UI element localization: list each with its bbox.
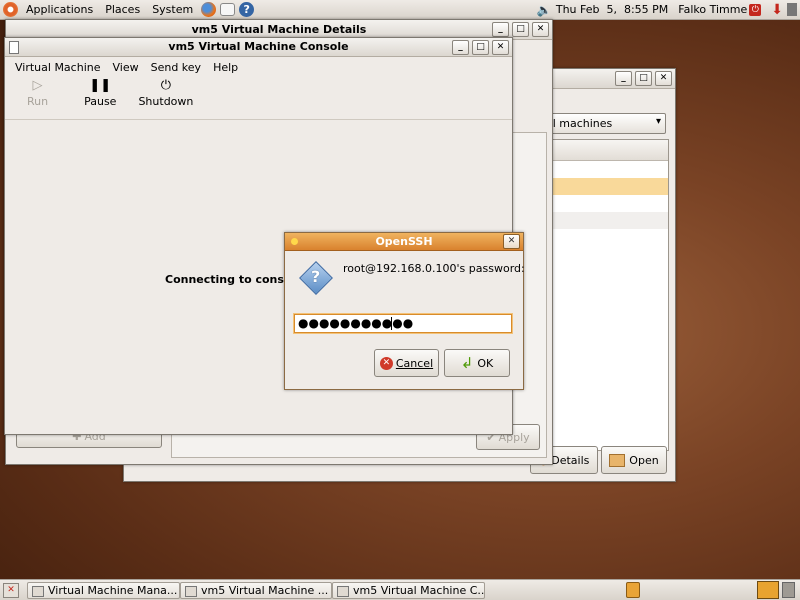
taskbar-item-console[interactable]: vm5 Virtual Machine C...: [332, 582, 485, 599]
openssh-dialog: OpenSSH ✕ ? root@192.168.0.100's passwor…: [284, 232, 525, 390]
lock-icon[interactable]: [626, 582, 640, 598]
system-menu[interactable]: System: [146, 3, 199, 16]
ok-button[interactable]: ↲ OK: [444, 349, 510, 377]
password-field[interactable]: ●●●●●●●●●●●: [294, 314, 512, 333]
bottom-taskbar: ✕ Virtual Machine Mana... vm5 Virtual Ma…: [0, 579, 800, 600]
firefox-icon[interactable]: [201, 2, 217, 17]
console-toolbar: ▷ Run ❚❚ Pause ⏻ Shutdown: [5, 77, 512, 120]
minimize-button[interactable]: _: [492, 22, 509, 37]
taskbar-item-details[interactable]: vm5 Virtual Machine ...: [180, 582, 332, 599]
maximize-button[interactable]: □: [512, 22, 529, 37]
list-row-selected[interactable]: [545, 178, 668, 195]
cancel-button[interactable]: ✕ Cancel: [374, 349, 439, 377]
minimize-button[interactable]: _: [615, 71, 632, 86]
view-combo[interactable]: ual machines ▾: [534, 113, 666, 134]
dialog-title: OpenSSH: [375, 235, 433, 248]
password-prompt: root@192.168.0.100's password:: [343, 262, 525, 275]
folder-icon: [609, 453, 626, 467]
panel-right-area: 🔈 Thu Feb 5, 8:55 PM Falko Timme ⏻ ⬇: [537, 0, 800, 19]
app-icon: [185, 586, 197, 597]
pause-icon: ❚❚: [89, 78, 112, 93]
console-status-text: Connecting to conso: [165, 273, 292, 286]
menu-view[interactable]: View: [107, 61, 145, 74]
run-button[interactable]: ▷ Run: [27, 77, 48, 108]
question-mark: ?: [311, 267, 321, 286]
play-icon: ▷: [32, 78, 43, 93]
trash-icon[interactable]: [782, 582, 795, 598]
open-button[interactable]: Open: [601, 446, 667, 474]
chevron-down-icon: ▾: [655, 116, 661, 127]
dialog-menu-icon[interactable]: [291, 238, 298, 245]
list-header[interactable]: [545, 140, 668, 161]
maximize-button[interactable]: □: [635, 71, 652, 86]
pause-button[interactable]: ❚❚ Pause: [84, 77, 116, 108]
close-button[interactable]: ✕: [492, 40, 509, 55]
help-icon[interactable]: ?: [239, 2, 255, 17]
places-menu[interactable]: Places: [99, 3, 146, 16]
details-window-title: vm5 Virtual Machine Details: [191, 23, 367, 36]
maximize-button[interactable]: □: [472, 40, 489, 55]
ubuntu-logo-icon[interactable]: [3, 2, 18, 17]
cancel-icon: ✕: [379, 356, 393, 370]
update-arrow-icon[interactable]: ⬇: [771, 2, 783, 18]
enter-arrow-icon: ↲: [460, 354, 474, 372]
mail-icon[interactable]: [220, 3, 236, 16]
dialog-titlebar: OpenSSH ✕: [285, 233, 523, 251]
logout-icon[interactable]: ⏻: [749, 3, 762, 16]
clock[interactable]: Thu Feb 5, 8:55 PM: [556, 3, 668, 16]
app-icon: [337, 586, 349, 597]
top-panel: Applications Places System ? 🔈 Thu Feb 5…: [0, 0, 800, 20]
applications-menu[interactable]: Applications: [20, 3, 99, 16]
text-cursor: [391, 317, 392, 330]
show-desktop-icon[interactable]: ✕: [3, 583, 19, 598]
menu-send-key[interactable]: Send key: [145, 61, 207, 74]
console-titlebar: vm5 Virtual Machine Console _ □ ✕: [5, 38, 512, 57]
console-menubar: Virtual Machine View Send key Help: [5, 57, 512, 77]
shutdown-button[interactable]: ⏻ Shutdown: [138, 77, 193, 108]
minimize-button[interactable]: _: [452, 40, 469, 55]
console-window-title: vm5 Virtual Machine Console: [168, 40, 349, 53]
user-name[interactable]: Falko Timme: [678, 3, 747, 16]
close-button[interactable]: ✕: [532, 22, 549, 37]
volume-icon[interactable]: 🔈: [537, 3, 552, 17]
taskbar-item-manager[interactable]: Virtual Machine Mana...: [27, 582, 180, 599]
vm-list[interactable]: [544, 139, 669, 451]
workspace-switcher[interactable]: [757, 581, 779, 599]
list-row[interactable]: [545, 212, 668, 229]
power-icon: ⏻: [160, 78, 172, 93]
menu-virtual-machine[interactable]: Virtual Machine: [9, 61, 107, 74]
close-button[interactable]: ✕: [655, 71, 672, 86]
network-icon[interactable]: [787, 3, 797, 16]
app-icon: [32, 586, 44, 597]
dialog-close-button[interactable]: ✕: [503, 234, 520, 249]
menu-help[interactable]: Help: [207, 61, 244, 74]
window-menu-icon[interactable]: [9, 41, 19, 54]
